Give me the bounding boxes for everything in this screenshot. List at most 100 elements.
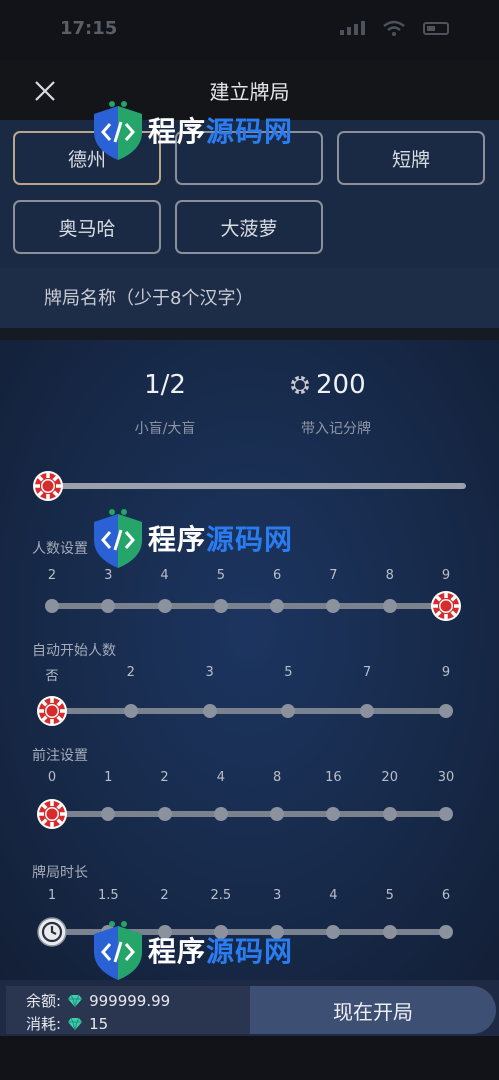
auto_start-tick-dot[interactable] [123, 704, 138, 718]
ante-label: 前注设置 [32, 748, 88, 764]
players-tick-label: 6 [273, 568, 282, 583]
ante-tick-dot[interactable] [157, 807, 172, 821]
start-game-button[interactable]: 现在开局 [250, 986, 496, 1034]
gem-icon [68, 994, 83, 1007]
players-tick-label: 2 [47, 568, 57, 583]
balance-box: 余额: 999999.99 消耗: 15 [6, 986, 250, 1034]
players-tick-label: 7 [329, 568, 338, 583]
players-tick-dot[interactable] [157, 599, 172, 613]
players-tick-dot[interactable] [213, 599, 228, 613]
players-tick-label: 8 [385, 568, 394, 583]
balance-label: 余额: [26, 992, 62, 1010]
duration-tick-label: 2.5 [210, 888, 232, 903]
cost-value: 15 [89, 1014, 109, 1033]
duration-tick-label: 1.5 [97, 888, 119, 903]
duration-tick-label: 5 [385, 888, 394, 903]
duration-tick-label: 3 [273, 888, 282, 903]
buyin-value: 200 [316, 370, 366, 400]
duration-tick-dot[interactable] [213, 925, 228, 939]
balance-row: 余额: 999999.99 [26, 990, 170, 1011]
ante-tick-label: 20 [381, 770, 398, 785]
duration-tick-dot[interactable] [439, 925, 453, 939]
game-type-second[interactable] [175, 131, 323, 185]
auto_start-tick-dot[interactable] [439, 704, 453, 718]
auto_start-tick-label: 5 [284, 665, 293, 680]
chip-icon [291, 376, 309, 394]
blind-slider-handle-icon[interactable] [32, 470, 64, 502]
auto_start-tick-label: 7 [363, 665, 372, 680]
status-time: 17:15 [60, 18, 118, 39]
ante-tick-dot[interactable] [270, 807, 285, 821]
duration-tick-label: 6 [441, 888, 451, 903]
ante-tick-label: 2 [160, 770, 169, 785]
table-name-row [0, 268, 499, 328]
battery-icon [423, 21, 449, 35]
poker-chip-handle-icon[interactable] [430, 590, 462, 622]
settings-panel: 1/2 小盲/大盲 200 带入记分牌 人数设置 自动开始人数 前注设置 牌局时… [0, 340, 499, 980]
auto_start-track[interactable] [52, 708, 446, 714]
ante-tick-dot[interactable] [326, 807, 341, 821]
duration-tick-label: 1 [47, 888, 57, 903]
buyin-label: 带入记分牌 [301, 421, 371, 437]
ante-tick-label: 8 [273, 770, 282, 785]
poker-chip-handle-icon[interactable] [36, 798, 68, 830]
ante-tick-label: 4 [216, 770, 225, 785]
cost-row: 消耗: 15 [26, 1013, 108, 1034]
ante-tick-dot[interactable] [101, 807, 116, 821]
duration-label: 牌局时长 [32, 865, 88, 881]
blind-value: 1/2 [144, 370, 186, 400]
duration-tick-dot[interactable] [270, 925, 285, 939]
players-label: 人数设置 [32, 541, 88, 557]
players-tick-dot[interactable] [326, 599, 341, 613]
ante-tick-label: 30 [437, 770, 455, 785]
ante-tick-label: 1 [104, 770, 113, 785]
blind-slider-track[interactable] [40, 483, 466, 489]
duration-tick-dot[interactable] [101, 925, 116, 939]
auto_start-tick-label: 否 [45, 669, 59, 684]
ante-tick-dot[interactable] [213, 807, 228, 821]
status-icons [340, 20, 449, 36]
auto_start-tick-label: 9 [441, 665, 451, 680]
ante-tick-label: 16 [325, 770, 342, 785]
page-title: 建立牌局 [209, 80, 290, 104]
duration-tick-label: 4 [329, 888, 338, 903]
poker-chip-handle-icon[interactable] [36, 695, 68, 727]
auto_start-tick-label: 2 [126, 665, 135, 680]
buyin-display: 200 [290, 370, 366, 400]
players-tick-label: 3 [104, 568, 113, 583]
bottom-bar: 余额: 999999.99 消耗: 15 现在开局 [0, 980, 499, 1036]
auto_start-tick-dot[interactable] [281, 704, 296, 718]
signal-icon [340, 21, 365, 35]
wifi-icon [383, 20, 405, 36]
duration-tick-dot[interactable] [157, 925, 172, 939]
game-type-pineapple[interactable]: 大菠萝 [175, 200, 323, 254]
players-tick-label: 5 [216, 568, 225, 583]
table-name-input[interactable] [44, 282, 464, 314]
auto_start-tick-dot[interactable] [202, 704, 217, 718]
timer-handle-icon[interactable] [37, 917, 67, 947]
game-type-short-deck[interactable]: 短牌 [337, 131, 485, 185]
players-tick-label: 4 [160, 568, 169, 583]
duration-tick-dot[interactable] [382, 925, 397, 939]
ante-tick-dot[interactable] [382, 807, 397, 821]
players-tick-label: 9 [441, 568, 451, 583]
auto-start-label: 自动开始人数 [32, 643, 116, 659]
players-tick-dot[interactable] [45, 599, 59, 613]
duration-tick-label: 2 [160, 888, 169, 903]
bottom-strip [0, 1036, 499, 1080]
game-type-texas[interactable]: 德州 [13, 131, 161, 185]
ante-tick-label: 0 [47, 770, 57, 785]
auto_start-tick-label: 3 [205, 665, 214, 680]
cost-label: 消耗: [26, 1015, 62, 1033]
game-type-omaha[interactable]: 奥马哈 [13, 200, 161, 254]
ante-tick-dot[interactable] [439, 807, 453, 821]
players-tick-dot[interactable] [382, 599, 397, 613]
players-tick-dot[interactable] [101, 599, 116, 613]
gem-icon [68, 1017, 83, 1030]
status-bar: 17:15 [0, 0, 499, 60]
header: 建立牌局 [0, 60, 499, 120]
balance-value: 999999.99 [89, 991, 171, 1010]
players-tick-dot[interactable] [270, 599, 285, 613]
duration-tick-dot[interactable] [326, 925, 341, 939]
auto_start-tick-dot[interactable] [360, 704, 375, 718]
